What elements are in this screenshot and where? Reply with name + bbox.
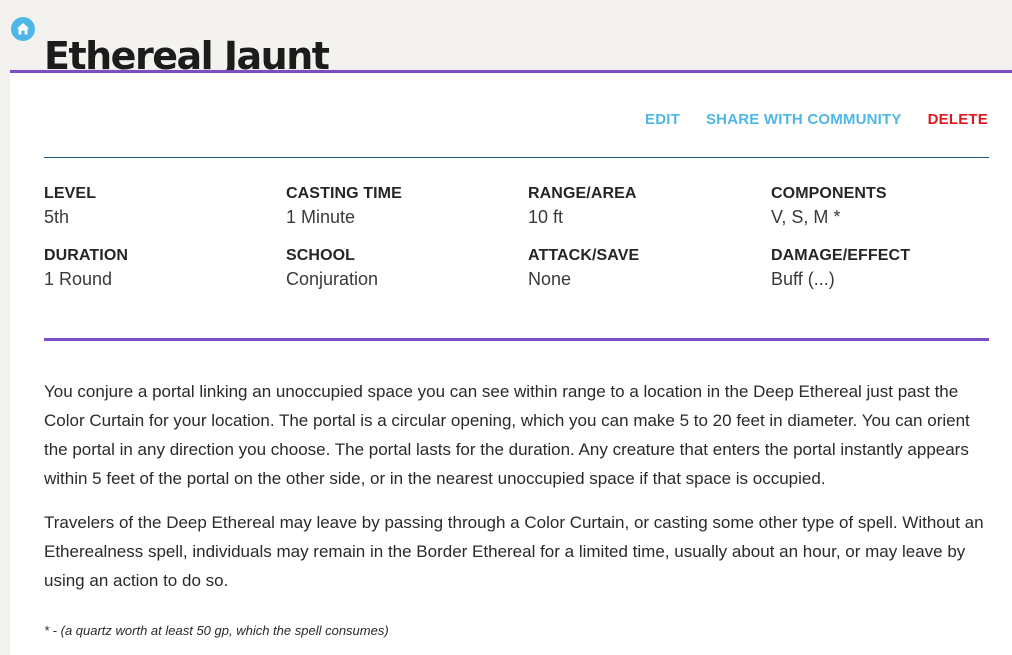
stat-value: Conjuration	[286, 269, 379, 289]
page-header: Ethereal Jaunt	[0, 0, 1012, 78]
share-with-community-button[interactable]: SHARE WITH COMMUNITY	[706, 111, 902, 128]
stat-label: DURATION	[44, 247, 129, 264]
stat-casting-time: CASTING TIME 1 Minute	[286, 185, 528, 228]
stat-label: LEVEL	[44, 185, 97, 202]
stat-school: SCHOOL Conjuration	[286, 247, 528, 290]
stat-level: LEVEL 5th	[44, 185, 286, 228]
stat-label: DAMAGE/EFFECT	[771, 247, 911, 264]
stat-label: COMPONENTS	[771, 185, 887, 202]
stat-value: 1 Round	[44, 269, 113, 289]
divider-top	[44, 157, 989, 158]
description-paragraph: Travelers of the Deep Ethereal may leave…	[44, 513, 984, 590]
stat-value: 1 Minute	[286, 207, 356, 227]
delete-button[interactable]: DELETE	[928, 111, 988, 128]
stat-components: COMPONENTS V, S, M *	[771, 185, 1004, 228]
action-bar: EDIT SHARE WITH COMMUNITY DELETE	[645, 111, 988, 128]
spell-detail-panel: EDIT SHARE WITH COMMUNITY DELETE LEVEL 5…	[10, 70, 1012, 655]
spell-description: You conjure a portal linking an unoccupi…	[44, 377, 994, 610]
stat-label: RANGE/AREA	[528, 185, 637, 202]
stat-label: ATTACK/SAVE	[528, 247, 640, 264]
stat-value: V, S, M *	[771, 207, 841, 227]
description-paragraph: You conjure a portal linking an unoccupi…	[44, 382, 970, 488]
edit-button[interactable]: EDIT	[645, 111, 680, 128]
stat-label: CASTING TIME	[286, 185, 402, 202]
house-glyph	[17, 23, 29, 35]
stat-value: Buff (...)	[771, 269, 835, 289]
stat-value: 10 ft	[528, 207, 564, 227]
spell-stats: LEVEL 5th CASTING TIME 1 Minute RANGE/AR…	[44, 185, 1004, 290]
stat-value: 5th	[44, 207, 70, 227]
home-icon[interactable]	[11, 17, 35, 41]
stat-duration: DURATION 1 Round	[44, 247, 286, 290]
stat-attack-save: ATTACK/SAVE None	[528, 247, 771, 290]
stat-label: SCHOOL	[286, 247, 356, 264]
divider-middle	[44, 338, 989, 341]
stat-value: None	[528, 269, 572, 289]
stat-damage-effect: DAMAGE/EFFECT Buff (...)	[771, 247, 1004, 290]
component-footnote: * - (a quartz worth at least 50 gp, whic…	[44, 623, 389, 638]
stat-range-area: RANGE/AREA 10 ft	[528, 185, 771, 228]
